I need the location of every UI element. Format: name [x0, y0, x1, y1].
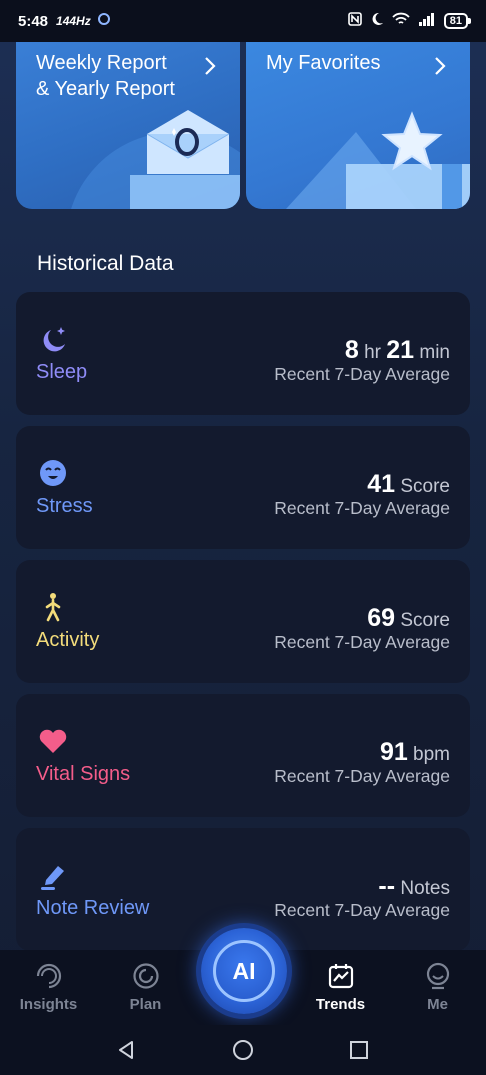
face-icon: [40, 460, 66, 486]
plan-icon: [132, 963, 159, 989]
status-bar: 5:48 144Hz 81: [0, 0, 486, 42]
trends-icon: [328, 964, 353, 989]
vital-signs-card[interactable]: Vital Signs 91 bpm Recent 7-Day Average: [16, 694, 470, 817]
wifi-icon: [392, 12, 410, 30]
nav-label: Insights: [19, 996, 78, 1013]
recents-icon[interactable]: [347, 1038, 371, 1062]
metric-label: Activity: [36, 629, 100, 651]
metric-label: Note Review: [36, 897, 150, 919]
stress-card[interactable]: Stress 41 Score Recent 7-Day Average: [16, 426, 470, 549]
nav-me[interactable]: Me: [389, 950, 486, 1025]
metric-subtitle: Recent 7-Day Average: [274, 364, 450, 384]
nav-label: Me: [427, 996, 448, 1013]
walking-person-icon: [45, 593, 61, 622]
metric-value: 8 hr 21 min: [344, 336, 450, 364]
signal-icon: [418, 12, 436, 30]
nav-trends[interactable]: Trends: [292, 950, 389, 1025]
metric-value: 41 Score: [367, 470, 450, 498]
nfc-icon: [347, 12, 362, 30]
metric-value: -- Notes: [378, 872, 450, 900]
battery-icon: 81: [443, 13, 472, 29]
my-favorites-card[interactable]: My Favorites: [246, 42, 470, 209]
card-title: My Favorites: [266, 52, 381, 74]
metric-label: Vital Signs: [36, 763, 131, 785]
sleep-card[interactable]: Sleep 8 hr 21 min Recent 7-Day Average: [16, 292, 470, 415]
metric-value: 91 bpm: [379, 738, 450, 766]
nav-label: Trends: [315, 996, 366, 1013]
nav-plan[interactable]: Plan: [97, 950, 194, 1025]
app-notification-icon: [97, 12, 111, 30]
moon-icon: [43, 327, 65, 352]
nav-label: Plan: [129, 996, 162, 1013]
metric-subtitle: Recent 7-Day Average: [274, 766, 450, 786]
metric-value: 69 Score: [367, 604, 450, 632]
me-icon: [426, 962, 449, 990]
insights-icon: [36, 963, 61, 989]
section-title: Historical Data: [37, 252, 174, 275]
home-icon[interactable]: [231, 1038, 255, 1062]
chevron-right-icon: [205, 57, 216, 75]
ai-assistant-button[interactable]: AI: [201, 928, 287, 1014]
status-time: 5:48: [18, 12, 49, 30]
metric-label: Sleep: [36, 361, 88, 383]
weekly-yearly-report-card[interactable]: Weekly Report & Yearly Report: [16, 42, 240, 209]
metric-subtitle: Recent 7-Day Average: [274, 632, 450, 652]
nav-insights[interactable]: Insights: [0, 950, 97, 1025]
metric-subtitle: Recent 7-Day Average: [274, 900, 450, 920]
system-nav-bar: [0, 1025, 486, 1075]
envelope-ring-icon: [146, 110, 230, 174]
chevron-right-icon: [435, 57, 446, 75]
moon-status-icon: [370, 12, 384, 30]
activity-card[interactable]: Activity 69 Score Recent 7-Day Average: [16, 560, 470, 683]
back-icon[interactable]: [114, 1038, 138, 1062]
pen-icon: [41, 866, 64, 890]
metric-label: Stress: [36, 495, 93, 517]
heart-icon: [39, 729, 67, 753]
metric-subtitle: Recent 7-Day Average: [274, 498, 450, 518]
star-icon: [381, 111, 443, 171]
card-title: Weekly Report & Yearly Report: [36, 52, 175, 100]
refresh-rate: 144Hz: [56, 14, 91, 28]
ai-label: AI: [213, 940, 275, 1002]
